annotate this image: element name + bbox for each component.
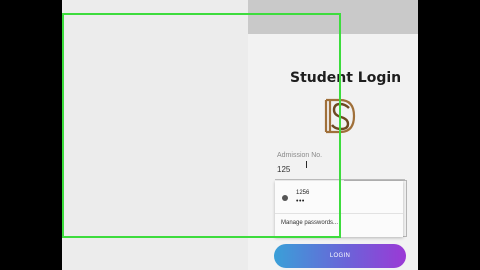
suggestion-password: ••• (296, 198, 305, 205)
autofill-suggestion[interactable]: 1256 ••• (275, 184, 403, 210)
school-logo: DS (320, 96, 356, 134)
popup-divider (275, 213, 403, 214)
suggestion-username: 1256 (296, 190, 310, 196)
autofill-popup: 1256 ••• Manage passwords... (275, 181, 403, 237)
admission-no-input[interactable] (276, 161, 406, 177)
page-title: Student Login (290, 70, 402, 86)
manage-passwords-link[interactable]: Manage passwords... (281, 220, 338, 226)
key-icon (282, 195, 288, 201)
left-panel (62, 0, 248, 270)
text-cursor-icon: I (305, 160, 308, 171)
admission-no-label: Admission No. (277, 152, 323, 159)
logo-letters: DS (320, 96, 322, 97)
login-button[interactable]: LOGIN (274, 244, 406, 268)
screen-area: Student Login DS Admission No. I 1256 ••… (62, 0, 418, 270)
